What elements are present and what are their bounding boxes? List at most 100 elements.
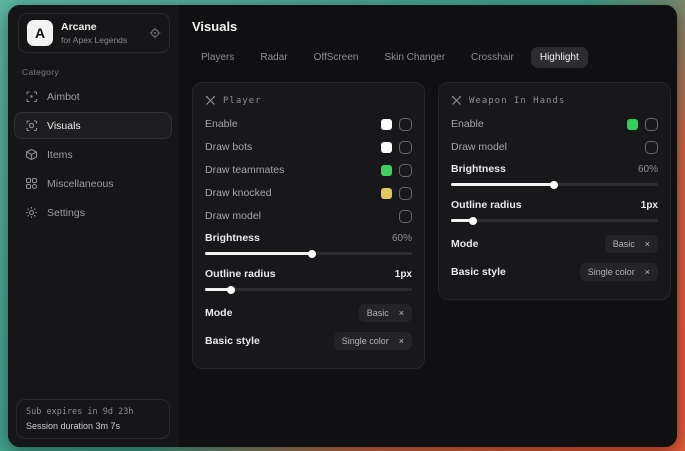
slider-fill[interactable]	[451, 219, 474, 222]
setting-label: Enable	[451, 118, 484, 130]
setting-row-draw-knocked: Draw knocked	[205, 186, 412, 200]
tag-row-label: Basic style	[205, 335, 260, 347]
panel-header: Weapon In Hands	[451, 95, 658, 106]
session-duration-text: Session duration 3m 7s	[26, 421, 160, 431]
checkbox[interactable]	[399, 210, 412, 223]
slider-label: Brightness	[205, 232, 260, 244]
slider-header: Outline radius1px	[205, 268, 412, 280]
sidebar-item-label: Aimbot	[47, 91, 80, 103]
tab-offscreen[interactable]: OffScreen	[305, 47, 368, 68]
crosshair-icon	[25, 90, 38, 103]
panel-title: Player	[223, 96, 262, 106]
toggle-controls	[381, 141, 412, 154]
checkbox[interactable]	[399, 141, 412, 154]
app-window: A Arcane for Apex Legends Category Aimbo…	[8, 5, 677, 447]
color-swatch[interactable]	[381, 142, 392, 153]
tab-players[interactable]: Players	[192, 47, 243, 68]
setting-label: Draw model	[205, 210, 261, 222]
grid-icon	[25, 177, 38, 190]
slider-fill[interactable]	[205, 288, 232, 291]
tab-bar: Players Radar OffScreen Skin Changer Crossha…	[192, 47, 671, 68]
setting-row-draw-teammates: Draw teammates	[205, 163, 412, 177]
tools-icon	[205, 95, 216, 106]
sidebar-item-settings[interactable]: Settings	[14, 199, 172, 226]
eye-icon	[25, 119, 38, 132]
color-swatch[interactable]	[627, 119, 638, 130]
sidebar-item-label: Items	[47, 149, 73, 161]
slider-value: 1px	[395, 269, 412, 280]
setting-row-draw-model: Draw model	[451, 140, 658, 154]
sidebar-item-items[interactable]: Items	[14, 141, 172, 168]
sidebar: A Arcane for Apex Legends Category Aimbo…	[8, 5, 178, 447]
setting-label: Draw teammates	[205, 164, 284, 176]
tag-text: Basic	[613, 239, 635, 249]
slider-header: Brightness60%	[205, 232, 412, 244]
tab-crosshair[interactable]: Crosshair	[462, 47, 523, 68]
sidebar-item-label: Miscellaneous	[47, 178, 114, 190]
app-logo: A	[27, 20, 53, 46]
slider-row-brightness: Brightness60%	[451, 163, 658, 186]
panel-title: Weapon In Hands	[469, 96, 565, 106]
checkbox[interactable]	[645, 141, 658, 154]
tag-text: Single color	[342, 336, 389, 346]
setting-label: Draw knocked	[205, 187, 272, 199]
tab-highlight[interactable]: Highlight	[531, 47, 588, 68]
app-name: Arcane	[61, 21, 127, 33]
remove-tag-icon[interactable]: ×	[645, 267, 650, 277]
tag-text: Single color	[588, 267, 635, 277]
checkbox[interactable]	[399, 164, 412, 177]
toggle-controls	[399, 210, 412, 223]
category-label: Category	[22, 67, 178, 77]
checkbox[interactable]	[399, 187, 412, 200]
setting-row-draw-model: Draw model	[205, 209, 412, 223]
toggle-controls	[381, 118, 412, 131]
page-title: Visuals	[192, 19, 671, 34]
target-icon[interactable]	[149, 27, 161, 39]
selected-option-tag[interactable]: Basic ×	[605, 235, 658, 253]
sidebar-item-aimbot[interactable]: Aimbot	[14, 83, 172, 110]
slider-header: Brightness60%	[451, 163, 658, 175]
slider-track[interactable]	[451, 183, 658, 186]
toggle-controls	[381, 164, 412, 177]
color-swatch[interactable]	[381, 165, 392, 176]
slider-fill[interactable]	[451, 183, 555, 186]
remove-tag-icon[interactable]: ×	[645, 239, 650, 249]
slider-track[interactable]	[205, 288, 412, 291]
tag-row-label: Mode	[451, 238, 478, 250]
tab-skin-changer[interactable]: Skin Changer	[375, 47, 454, 68]
setting-row-enable: Enable	[451, 117, 658, 131]
toggle-controls	[645, 141, 658, 154]
slider-row-outline-radius: Outline radius1px	[451, 199, 658, 222]
slider-track[interactable]	[205, 252, 412, 255]
checkbox[interactable]	[399, 118, 412, 131]
sidebar-item-miscellaneous[interactable]: Miscellaneous	[14, 170, 172, 197]
tag-row-basic-style: Basic styleSingle color×	[451, 263, 658, 281]
sidebar-item-visuals[interactable]: Visuals	[14, 112, 172, 139]
tag-row-mode: Mode Basic ×	[451, 235, 658, 253]
remove-tag-icon[interactable]: ×	[399, 308, 404, 318]
sidebar-item-label: Settings	[47, 207, 85, 219]
color-swatch[interactable]	[381, 188, 392, 199]
subscription-card: Sub expires in 9d 23h Session duration 3…	[16, 399, 170, 439]
tab-radar[interactable]: Radar	[251, 47, 296, 68]
slider-track[interactable]	[451, 219, 658, 222]
slider-fill[interactable]	[205, 252, 313, 255]
remove-tag-icon[interactable]: ×	[399, 336, 404, 346]
slider-value: 60%	[638, 164, 658, 175]
color-swatch[interactable]	[381, 119, 392, 130]
selected-option-tag[interactable]: Single color ×	[334, 332, 412, 350]
checkbox[interactable]	[645, 118, 658, 131]
toggle-controls	[627, 118, 658, 131]
setting-label: Enable	[205, 118, 238, 130]
selected-option-tag[interactable]: Basic ×	[359, 304, 412, 322]
box-icon	[25, 148, 38, 161]
slider-header: Outline radius1px	[451, 199, 658, 211]
panels-container: PlayerEnableDraw botsDraw teammatesDraw …	[192, 82, 671, 369]
sidebar-item-label: Visuals	[47, 120, 81, 132]
toggle-controls	[381, 187, 412, 200]
panel-player: PlayerEnableDraw botsDraw teammatesDraw …	[192, 82, 425, 369]
selected-option-tag[interactable]: Single color ×	[580, 263, 658, 281]
tag-text: Basic	[367, 308, 389, 318]
tag-row-mode: ModeBasic×	[205, 304, 412, 322]
tag-row-basic-style: Basic style Single color ×	[205, 332, 412, 350]
